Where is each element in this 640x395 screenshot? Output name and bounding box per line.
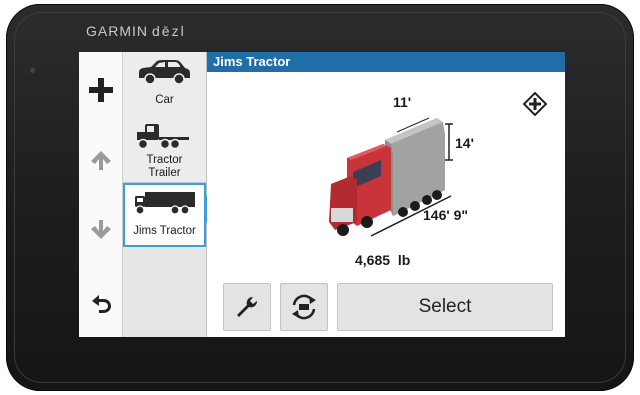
tractor-trailer-icon xyxy=(137,124,189,150)
left-control-column xyxy=(79,52,123,337)
scroll-up-button[interactable] xyxy=(79,140,122,180)
dimension-height: 14' xyxy=(455,135,474,151)
vehicle-label-tractor-trailer: Tractor Trailer xyxy=(146,154,183,179)
vehicle-label-car: Car xyxy=(155,94,174,106)
arrow-down-icon xyxy=(90,220,111,239)
model-name: dēzl xyxy=(152,23,186,39)
vehicle-item-jims-tractor[interactable]: Jims Tractor xyxy=(123,183,206,247)
add-vehicle-button[interactable] xyxy=(79,70,122,110)
page-title: Jims Tractor xyxy=(207,52,565,72)
dimension-length: 146' 9" xyxy=(423,207,469,223)
scroll-down-button[interactable] xyxy=(79,210,122,250)
jims-tractor-icon xyxy=(135,192,195,215)
vehicle-item-car[interactable]: Car xyxy=(123,52,206,117)
truck-illustration xyxy=(329,117,453,237)
vehicle-list: Car Tractor Trailer Jims Tractor xyxy=(123,52,207,337)
vehicle-detail-panel: 11' 14' 146' 9" 4,685 lb Select xyxy=(207,72,565,337)
plus-icon xyxy=(88,78,113,102)
arrow-up-icon xyxy=(90,151,111,170)
map-pin-add-icon[interactable] xyxy=(523,92,547,116)
screen: Car Tractor Trailer Jims Tractor Jims Tr… xyxy=(79,52,565,337)
select-button[interactable]: Select xyxy=(337,283,553,331)
swap-vehicle-icon xyxy=(292,294,316,320)
ambient-sensor xyxy=(30,68,35,73)
back-arrow-icon xyxy=(91,295,111,313)
swap-vehicle-button[interactable] xyxy=(280,283,328,331)
select-button-label: Select xyxy=(418,296,472,317)
vehicle-item-tractor-trailer[interactable]: Tractor Trailer xyxy=(123,116,206,183)
settings-button[interactable] xyxy=(223,283,271,331)
brand-logo: GARMIN dēzl xyxy=(86,23,186,39)
wrench-icon xyxy=(237,296,258,317)
dimension-width: 11' xyxy=(393,94,412,110)
dimension-weight: 4,685 lb xyxy=(355,252,411,268)
vehicle-label-jims-tractor: Jims Tractor xyxy=(133,225,196,237)
car-icon xyxy=(139,60,190,85)
back-button[interactable] xyxy=(79,284,122,324)
brand-name: GARMIN xyxy=(86,23,148,39)
